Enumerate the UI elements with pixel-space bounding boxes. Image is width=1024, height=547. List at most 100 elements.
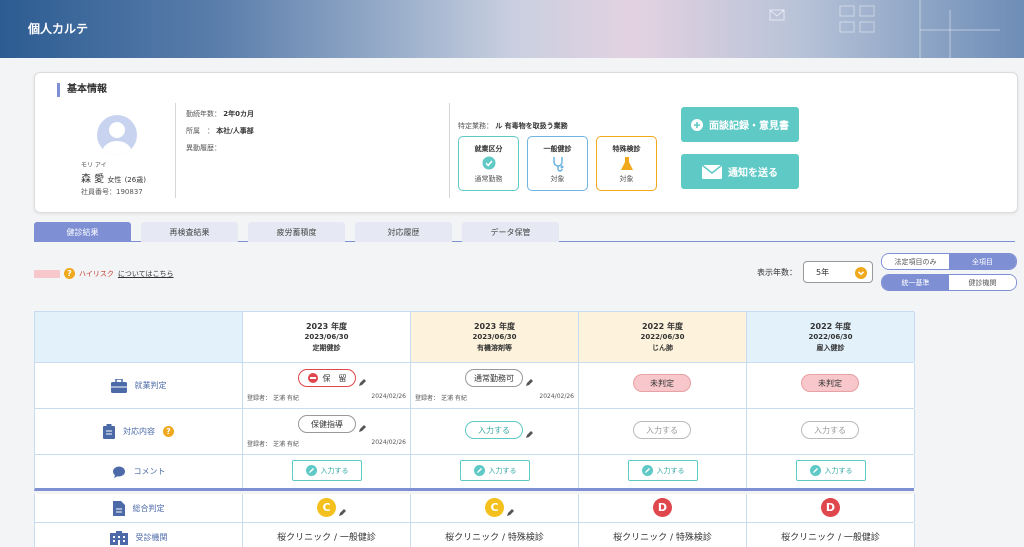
row-label: 就業判定 [35, 363, 243, 408]
table-cell: 桜クリニック / 一般健診 [747, 523, 915, 547]
tab-fatigue[interactable]: 疲労蓄積度 [248, 222, 345, 242]
pencil-icon [809, 465, 821, 476]
row-label: コメント [35, 455, 243, 488]
flask-icon [620, 157, 633, 170]
table-cell: 入力する [747, 409, 915, 454]
table-cell: 未判定 [579, 363, 747, 408]
column-header: 2023 年度 2023/06/30 有機溶剤等 [411, 312, 579, 362]
table-cell: 入力する [579, 455, 747, 488]
table-row-comment: コメント 入力する 入力する 入力する 入力する [34, 455, 915, 491]
stethoscope-icon [552, 157, 563, 172]
status-badge[interactable]: 通常勤務可 [465, 369, 523, 387]
comment-icon [112, 466, 125, 478]
clinic-name: 桜クリニック / 特殊検診 [445, 533, 544, 543]
tab-retest-results[interactable]: 再検査結果 [141, 222, 238, 242]
table-header-row: 2023 年度 2023/06/30 定期健診 2023 年度 2023/06/30 有… [34, 311, 915, 363]
special-operations: 特定業務： ル 有毒物を取扱う業務 [458, 122, 568, 130]
table-cell: 桜クリニック / 特殊検診 [579, 523, 747, 547]
grade-badge: C [317, 498, 336, 517]
table-cell: 入力する [411, 409, 579, 454]
table-cell: C [411, 494, 579, 522]
user-icon [102, 122, 132, 155]
question-icon[interactable]: ? [64, 268, 75, 279]
table-cell: 未判定 [747, 363, 915, 408]
comment-input-button[interactable]: 入力する [460, 460, 530, 481]
transfer-history: 異動履歴： [186, 144, 221, 152]
column-header: 2023 年度 2023/06/30 定期健診 [243, 312, 411, 362]
pencil-icon[interactable] [506, 508, 515, 517]
briefcase-icon [110, 378, 127, 393]
response-input-button[interactable]: 入力する [465, 421, 523, 439]
row-label: 対応内容 ? [35, 409, 243, 454]
pencil-icon[interactable] [525, 430, 534, 439]
registrant: 登録者： 芝浦 有紀 [247, 395, 299, 402]
table-cell: 桜クリニック / 特殊検診 [411, 523, 579, 547]
toggle-legal-only[interactable]: 法定項目のみ [882, 254, 949, 269]
tab-bar: 健診結果 再検査結果 疲労蓄積度 対応履歴 データ保管 [34, 222, 1015, 242]
table-row-response: 対応内容 ? 保健指導 登録者： 芝浦 有紀 2024/02/26 入力する 入… [34, 409, 915, 455]
page-title: 個人カルテ [28, 22, 89, 36]
registered-date: 2024/02/26 [371, 439, 406, 446]
years-select[interactable]: 5年 [803, 261, 873, 283]
response-badge[interactable]: 保健指導 [298, 415, 356, 433]
status-badge[interactable]: 保 留 [298, 369, 356, 387]
basic-info-card: 基本情報 モリ アイ 森 愛 女性 (26歳) 社員番号：190837 勤続年数… [34, 72, 1018, 213]
send-notification-button[interactable]: 通知を送る [681, 154, 799, 189]
table-cell: 入力する [747, 455, 915, 488]
high-risk-legend: ? ハイリスク についてはこちら [34, 268, 174, 279]
table-row-employment: 就業判定 保 留 登録者： 芝浦 有紀 2024/02/26 通常勤務可 登録者… [34, 363, 915, 409]
comment-input-button[interactable]: 入力する [292, 460, 362, 481]
prohibited-icon [307, 373, 318, 383]
table-cell: 入力する [243, 455, 411, 488]
employee-name: 森 愛 女性 (26歳) [81, 174, 146, 185]
row-label: 受診機関 [35, 523, 243, 547]
toggle-institution[interactable]: 健診機関 [949, 275, 1016, 290]
tab-response-history[interactable]: 対応履歴 [355, 222, 452, 242]
tenure: 勤続年数： 2年0カ月 [186, 110, 254, 118]
building-icon [109, 530, 128, 545]
department: 所属 ： 本社/人事部 [186, 127, 254, 135]
toggle-all-items[interactable]: 全項目 [949, 254, 1016, 269]
header-corner [35, 312, 243, 362]
pencil-icon[interactable] [358, 378, 367, 387]
comment-input-button[interactable]: 入力する [796, 460, 866, 481]
interview-record-button[interactable]: 面談記録・意見書 [681, 107, 799, 142]
document-icon [112, 500, 125, 516]
table-cell: 保健指導 登録者： 芝浦 有紀 2024/02/26 [243, 409, 411, 454]
column-header: 2022 年度 2022/06/30 じん肺 [579, 312, 747, 362]
pencil-icon[interactable] [358, 424, 367, 433]
tab-data-storage[interactable]: データ保管 [462, 222, 559, 242]
registrant: 登録者： 芝浦 有紀 [415, 395, 467, 402]
pencil-icon[interactable] [525, 378, 534, 387]
criteria-toggle: 統一基準 健診機関 [881, 274, 1017, 291]
toggle-unified-standard[interactable]: 統一基準 [882, 275, 949, 290]
table-cell: 通常勤務可 登録者： 芝浦 有紀 2024/02/26 [411, 363, 579, 408]
plus-circle-icon [691, 118, 703, 131]
registered-date: 2024/02/26 [539, 393, 574, 400]
table-cell: 入力する [579, 409, 747, 454]
response-input-button[interactable]: 入力する [633, 421, 691, 439]
clinic-name: 桜クリニック / 特殊検診 [613, 533, 712, 543]
table-cell: 桜クリニック / 一般健診 [243, 523, 411, 547]
grade-badge: C [485, 498, 504, 517]
pencil-icon [473, 465, 485, 476]
table-row-clinic: 受診機関 桜クリニック / 一般健診 桜クリニック / 特殊検診 桜クリニック … [34, 523, 915, 547]
status-badge[interactable]: 未判定 [633, 374, 691, 392]
question-icon[interactable]: ? [163, 426, 174, 437]
pencil-icon[interactable] [338, 508, 347, 517]
table-cell: D [747, 494, 915, 522]
tab-checkup-results[interactable]: 健診結果 [34, 222, 131, 242]
section-title: 基本情報 [57, 83, 107, 97]
pencil-icon [641, 465, 653, 476]
comment-input-button[interactable]: 入力する [628, 460, 698, 481]
high-risk-swatch [34, 269, 60, 278]
status-badge[interactable]: 未判定 [801, 374, 859, 392]
grade-badge: D [821, 498, 840, 517]
column-header: 2022 年度 2022/06/30 雇入健診 [747, 312, 915, 362]
response-input-button[interactable]: 入力する [801, 421, 859, 439]
employee-number: 社員番号：190837 [81, 188, 143, 196]
high-risk-info-link[interactable]: についてはこちら [118, 269, 174, 279]
pencil-icon [305, 465, 317, 476]
app-header: 個人カルテ [0, 0, 1024, 58]
header-decoration [769, 0, 1000, 58]
